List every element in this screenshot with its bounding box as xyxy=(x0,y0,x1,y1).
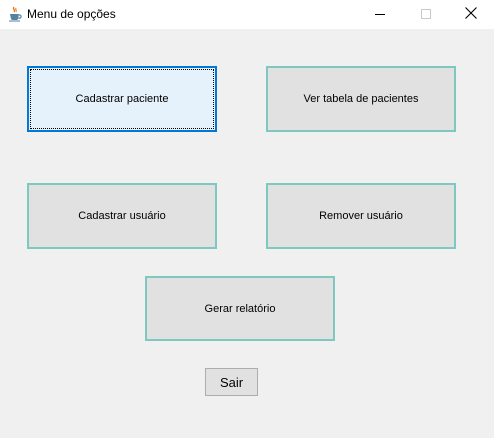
sair-button[interactable]: Sair xyxy=(205,368,258,396)
cadastrar-usuario-button[interactable]: Cadastrar usuário xyxy=(27,183,217,249)
cadastrar-paciente-button[interactable]: Cadastrar paciente xyxy=(27,66,217,132)
minimize-icon xyxy=(375,8,385,22)
gerar-relatorio-button[interactable]: Gerar relatório xyxy=(145,276,335,341)
close-icon xyxy=(465,7,477,22)
content-panel: Cadastrar paciente Ver tabela de pacient… xyxy=(0,29,494,438)
main-window: Menu de opções Cadastrar paciente Ver ta… xyxy=(0,0,494,438)
maximize-icon xyxy=(421,8,431,22)
ver-tabela-pacientes-button[interactable]: Ver tabela de pacientes xyxy=(266,66,456,132)
java-coffee-cup-icon xyxy=(7,6,23,22)
minimize-button[interactable] xyxy=(357,0,403,29)
maximize-button[interactable] xyxy=(403,0,449,29)
window-title: Menu de opções xyxy=(27,7,116,21)
close-button[interactable] xyxy=(448,0,494,29)
remover-usuario-button[interactable]: Remover usuário xyxy=(266,183,456,249)
title-bar[interactable]: Menu de opções xyxy=(0,0,494,29)
